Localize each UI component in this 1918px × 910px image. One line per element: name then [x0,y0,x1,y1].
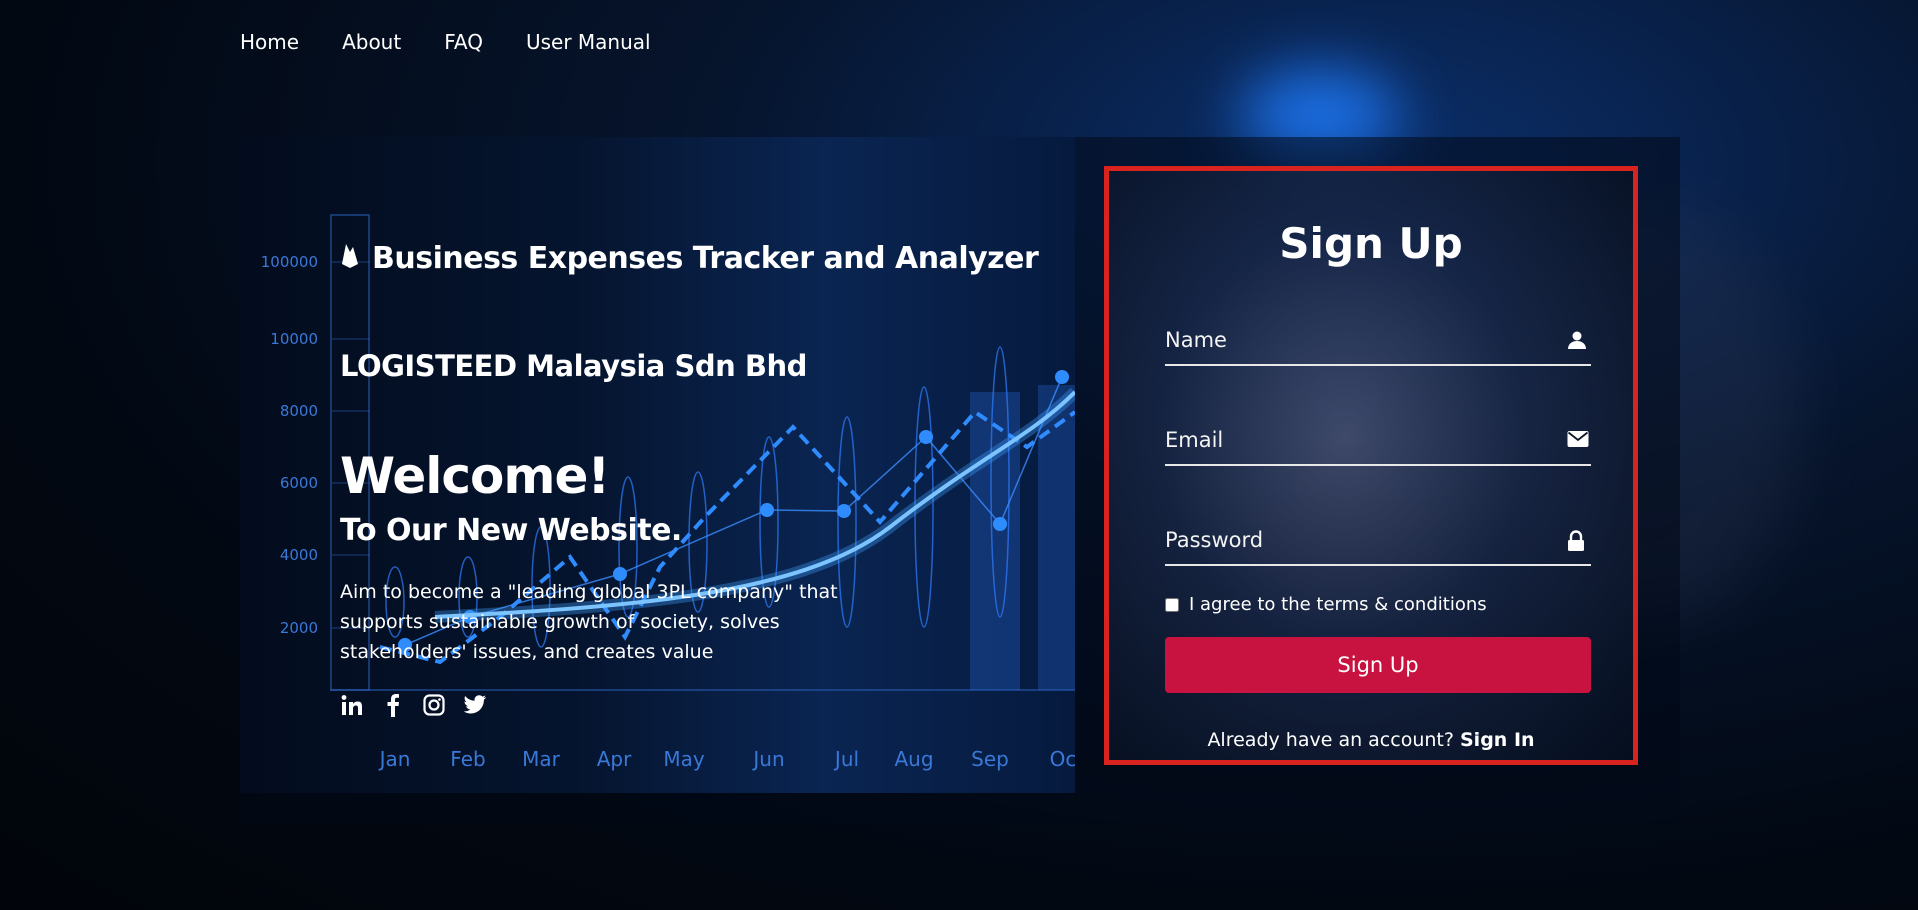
chart-bar [1038,385,1075,690]
signup-form: Sign Up I agree to the terms & condition… [1104,166,1638,765]
instagram-icon[interactable] [422,693,446,717]
chart-month-label: Jul [833,747,859,771]
nav-about[interactable]: About [342,30,401,54]
chart-ytick-label: 2000 [280,619,318,637]
chart-ytick-label: 10000 [270,330,318,348]
brand: Business Expenses Tracker and Analyzer [340,241,1039,276]
nav-faq[interactable]: FAQ [444,30,483,54]
signin-prompt: Already have an account? Sign In [1109,729,1633,751]
envelope-icon [1567,430,1589,452]
nav-user-manual[interactable]: User Manual [526,30,651,54]
chart-point [993,517,1007,531]
already-text: Already have an account? [1207,729,1454,751]
chart-month-label: Aug [894,747,933,771]
chart-point [837,504,851,518]
chart-point [760,503,774,517]
brand-title: Business Expenses Tracker and Analyzer [372,241,1039,276]
hero-description: Aim to become a "leading global 3PL comp… [340,581,838,663]
welcome-heading: Welcome! [340,447,610,505]
twitter-icon[interactable] [463,693,487,717]
chart-month-label: Feb [450,747,485,771]
chart-point [1055,370,1069,384]
social-links [340,693,487,717]
password-input[interactable] [1165,520,1545,560]
top-nav: Home About FAQ User Manual [240,30,651,54]
chart-ytick-label: 6000 [280,474,318,492]
chart-month-label: Apr [597,747,632,771]
nav-home[interactable]: Home [240,30,299,54]
name-field-wrapper [1165,320,1591,366]
email-field-wrapper [1165,420,1591,466]
welcome-subtitle: To Our New Website. [340,513,682,548]
signup-title: Sign Up [1279,219,1463,268]
chart-ytick-label: 100000 [261,253,318,271]
chart-month-label: May [663,747,705,771]
linkedin-icon[interactable] [340,693,364,717]
user-icon [1567,330,1589,352]
chart-ytick-label: 8000 [280,402,318,420]
email-input[interactable] [1165,420,1545,460]
facebook-icon[interactable] [381,693,405,717]
firebase-flame-icon [340,241,360,276]
chart-month-label: Mar [522,747,561,771]
lock-icon [1567,530,1589,552]
chart-month-label: Sep [971,747,1009,771]
password-field-wrapper [1165,520,1591,566]
name-input[interactable] [1165,320,1545,360]
chart-month-label: Oc [1050,747,1075,771]
company-name: LOGISTEED Malaysia Sdn Bhd [340,349,807,383]
terms-agreement: I agree to the terms & conditions [1165,594,1487,615]
signin-link[interactable]: Sign In [1460,729,1535,751]
chart-month-label: Jun [751,747,784,771]
signup-button[interactable]: Sign Up [1165,637,1591,693]
hero-panel: 100000 10000 8000 6000 4000 2000 Jan Feb Mar Apr M… [240,137,1075,793]
chart-ytick-label: 4000 [280,546,318,564]
chart-month-label: Jan [378,747,411,771]
chart-point [919,430,933,444]
terms-label: I agree to the terms & conditions [1189,594,1487,615]
terms-checkbox[interactable] [1165,597,1179,612]
